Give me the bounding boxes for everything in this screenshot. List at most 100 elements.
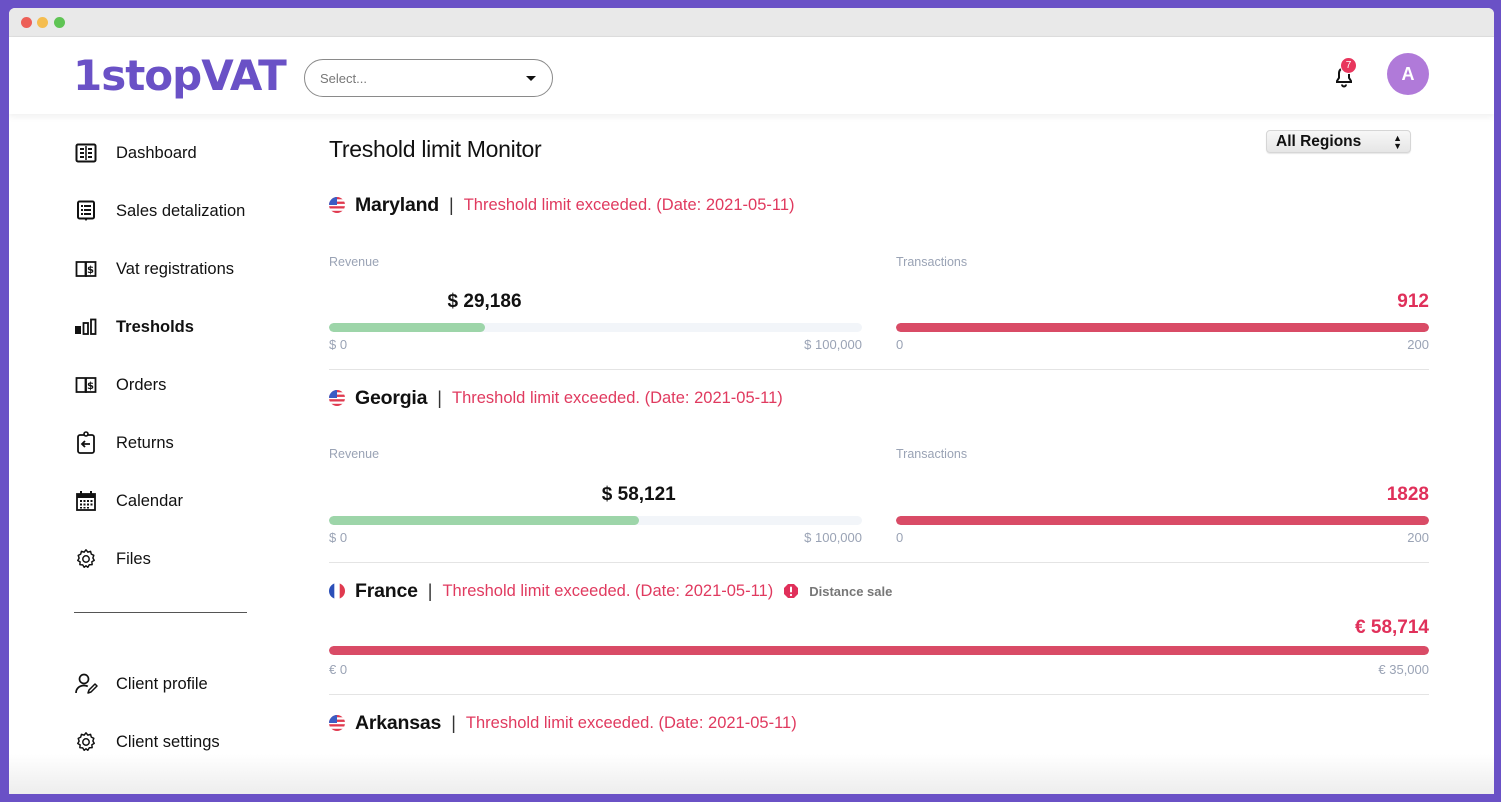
region-filter-value: All Regions	[1276, 132, 1362, 150]
revenue-progress-fill	[329, 323, 485, 332]
browser-window: 1stopVAT Select... 7 A Dashboard Sales d…	[9, 8, 1494, 794]
sidebar-item-label: Calendar	[116, 491, 183, 510]
threshold-alert: Threshold limit exceeded. (Date: 2021-05…	[451, 388, 783, 407]
axis-max: € 35,000	[1378, 662, 1429, 677]
top-header: 1stopVAT Select... 7 A	[9, 37, 1494, 114]
threshold-section-georgia: Georgia | Threshold limit exceeded. (Dat…	[329, 385, 1429, 411]
sidebar-item-label: Vat registrations	[116, 259, 234, 278]
section-divider	[329, 369, 1429, 370]
separator: |	[437, 387, 442, 408]
chevron-down-icon	[526, 76, 536, 81]
book-dollar-icon: $	[74, 257, 98, 281]
sidebar-item-sales-detalization[interactable]: Sales detalization	[74, 196, 245, 226]
revenue-progress-track	[329, 516, 862, 525]
notification-count-badge: 7	[1340, 57, 1357, 74]
sidebar-item-label: Sales detalization	[116, 201, 246, 220]
sales-progress-fill	[329, 646, 1429, 655]
dashboard-icon	[74, 141, 98, 165]
sales-metric-france: € 58,714 € 0 € 35,000	[329, 614, 1429, 684]
axis-min: 0	[896, 530, 904, 545]
transactions-progress-fill	[896, 516, 1429, 525]
revenue-value: $ 58,121	[601, 484, 676, 505]
axis-max: 200	[1407, 530, 1429, 545]
warning-octagon-icon	[783, 583, 799, 599]
sidebar-item-tresholds[interactable]: Tresholds	[74, 312, 194, 342]
clipboard-return-icon	[74, 431, 98, 455]
sidebar-item-files[interactable]: Files	[74, 544, 151, 574]
country-name[interactable]: Georgia	[355, 387, 427, 410]
maximize-window-button[interactable]	[54, 17, 65, 28]
close-window-button[interactable]	[21, 17, 32, 28]
section-divider	[329, 562, 1429, 563]
threshold-section-maryland: Maryland | Threshold limit exceeded. (Da…	[329, 192, 1429, 218]
list-icon	[74, 199, 98, 223]
book-dollar-icon: $	[74, 373, 98, 397]
select-arrows-icon: ▲ ▼	[1393, 133, 1402, 151]
app-logo[interactable]: 1stopVAT	[73, 51, 287, 100]
bar-chart-icon	[74, 315, 98, 339]
transactions-metric-maryland: Transactions 912 0 200	[896, 255, 1429, 355]
client-select-placeholder: Select...	[320, 70, 367, 86]
transactions-value: 1828	[1386, 484, 1429, 505]
sidebar-item-dashboard[interactable]: Dashboard	[74, 138, 197, 168]
transactions-progress-track	[896, 516, 1429, 525]
separator: |	[427, 580, 433, 601]
client-select[interactable]: Select...	[304, 59, 553, 97]
minimize-window-button[interactable]	[37, 17, 48, 28]
axis-max: 200	[1407, 337, 1429, 352]
sales-value: € 58,714	[1355, 617, 1429, 638]
sidebar-item-returns[interactable]: Returns	[74, 428, 174, 458]
threshold-alert: Threshold limit exceeded. (Date: 2021-05…	[463, 195, 795, 214]
sidebar-item-label: Orders	[116, 375, 167, 394]
sidebar-item-label: Client settings	[116, 732, 220, 751]
transactions-value: 912	[1397, 291, 1429, 312]
country-name[interactable]: France	[355, 580, 418, 603]
threshold-section-arkansas: Arkansas | Threshold limit exceeded. (Da…	[329, 710, 1429, 736]
country-name[interactable]: Maryland	[355, 194, 439, 217]
transactions-progress-fill	[896, 323, 1429, 332]
sidebar-item-client-profile[interactable]: Client profile	[74, 669, 208, 699]
us-flag-icon	[329, 715, 345, 731]
sidebar-item-label: Files	[116, 549, 151, 568]
user-edit-icon	[74, 672, 98, 696]
revenue-value: $ 29,186	[447, 291, 522, 312]
us-flag-icon	[329, 197, 345, 213]
sidebar-item-client-settings[interactable]: Client settings	[74, 727, 220, 757]
revenue-metric-maryland: Revenue $ 29,186 $ 0 $ 100,000	[329, 255, 862, 355]
distance-sale-tag: Distance sale	[809, 583, 893, 599]
revenue-progress-track	[329, 323, 862, 332]
transactions-metric-georgia: Transactions 1828 0 200	[896, 447, 1429, 547]
calendar-icon	[74, 489, 98, 513]
window-titlebar	[9, 8, 1494, 37]
country-name[interactable]: Arkansas	[355, 712, 441, 735]
main-content: Treshold limit Monitor All Regions ▲ ▼ Ma…	[329, 114, 1429, 794]
svg-text:$: $	[87, 265, 94, 276]
user-avatar[interactable]: A	[1387, 53, 1429, 95]
metric-label: Revenue	[329, 255, 380, 269]
us-flag-icon	[329, 390, 345, 406]
metric-label: Transactions	[896, 447, 968, 461]
sidebar-item-calendar[interactable]: Calendar	[74, 486, 183, 516]
axis-min: $ 0	[329, 530, 348, 545]
metric-label: Transactions	[896, 255, 968, 269]
sidebar-item-vat-registrations[interactable]: $ Vat registrations	[74, 254, 234, 284]
revenue-metric-georgia: Revenue $ 58,121 $ 0 $ 100,000	[329, 447, 862, 547]
region-filter-select[interactable]: All Regions ▲ ▼	[1266, 130, 1411, 153]
separator: |	[449, 194, 454, 215]
axis-max: $ 100,000	[804, 530, 862, 545]
sidebar-item-orders[interactable]: $ Orders	[74, 370, 166, 400]
threshold-alert: Threshold limit exceeded. (Date: 2021-05…	[465, 713, 797, 732]
separator: |	[451, 712, 456, 733]
fr-flag-icon	[329, 583, 345, 599]
gear-icon	[74, 730, 98, 754]
threshold-section-france: France | Threshold limit exceeded. (Date…	[329, 578, 1429, 604]
axis-min: 0	[896, 337, 904, 352]
page-title: Treshold limit Monitor	[329, 136, 542, 162]
revenue-progress-fill	[329, 516, 639, 525]
axis-max: $ 100,000	[804, 337, 862, 352]
gear-icon	[74, 547, 98, 571]
svg-text:$: $	[87, 381, 94, 392]
sidebar-nav: Dashboard Sales detalization $ Vat regis…	[9, 114, 289, 794]
transactions-progress-track	[896, 323, 1429, 332]
metric-label: Revenue	[329, 447, 380, 461]
